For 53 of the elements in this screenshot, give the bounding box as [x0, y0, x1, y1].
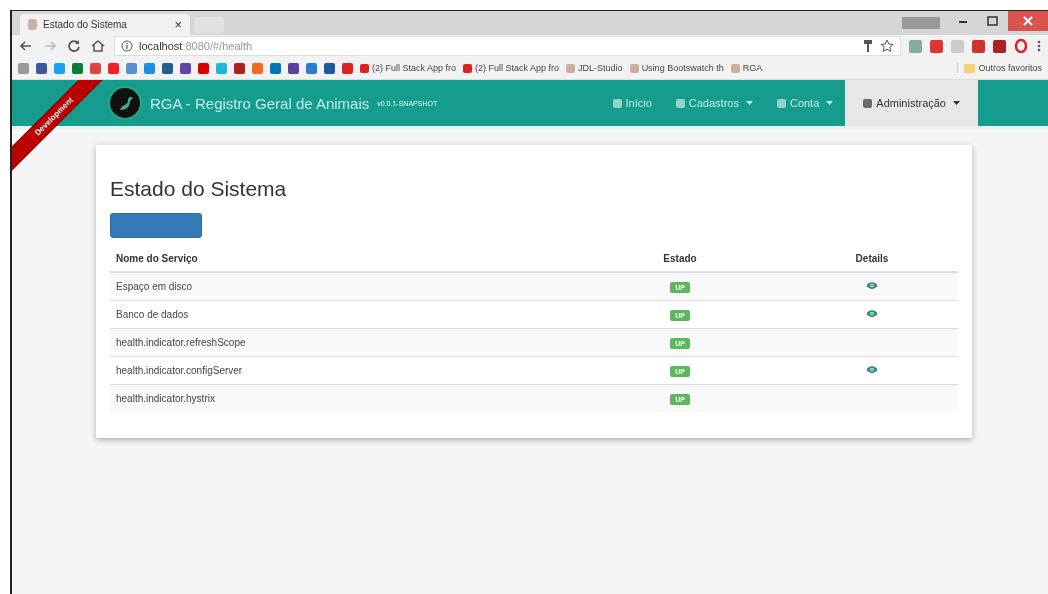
eye-icon[interactable]: [866, 365, 878, 374]
bookmark-icon[interactable]: [342, 62, 353, 74]
square-icon: [863, 98, 873, 108]
pin-icon[interactable]: [862, 39, 874, 53]
browser-tab[interactable]: Estado do Sistema ×: [20, 14, 190, 35]
bookmark-link[interactable]: JDL-Studio: [566, 63, 623, 73]
bookmark-link[interactable]: RGA: [730, 63, 763, 73]
bookmark-icon[interactable]: [306, 62, 317, 74]
bookmark-icon[interactable]: [198, 62, 209, 74]
page-title: Estado do Sistema: [110, 177, 288, 201]
bookmark-link[interactable]: Using Bootswatch th: [629, 63, 724, 73]
tab-title: Estado do Sistema: [43, 19, 128, 30]
service-name: Espaço em disco: [116, 281, 193, 292]
bookmark-icon[interactable]: [108, 62, 119, 74]
bookmark-link[interactable]: (2) Full Stack App fro: [360, 63, 457, 73]
close-icon[interactable]: [1008, 11, 1048, 31]
extension-icon[interactable]: [972, 39, 985, 53]
menu-icon[interactable]: [1036, 39, 1042, 53]
extension-icon[interactable]: [993, 39, 1006, 53]
bookmark-icon[interactable]: [324, 62, 335, 74]
bookmark-icon[interactable]: [288, 62, 299, 74]
bookmark-icon[interactable]: [36, 62, 47, 74]
close-icon[interactable]: ×: [174, 17, 182, 32]
home-icon[interactable]: [90, 38, 106, 54]
bookmark-icon[interactable]: [144, 62, 155, 74]
logo-icon[interactable]: [108, 86, 142, 120]
address-field[interactable]: localhost:8080/#/health: [114, 36, 901, 56]
service-name: health.indicator.configServer: [116, 365, 243, 376]
service-name: health.indicator.refreshScope: [116, 337, 246, 348]
bookmark-icon[interactable]: [90, 62, 101, 74]
eye-icon[interactable]: [866, 309, 878, 318]
bookmark-icon[interactable]: [180, 62, 191, 74]
reload-icon[interactable]: [66, 38, 82, 54]
bookmark-icon[interactable]: [162, 62, 173, 74]
column-header: Details: [855, 253, 889, 264]
info-icon[interactable]: [121, 40, 133, 52]
column-header: Nome do Serviço: [116, 253, 198, 264]
bookmark-link[interactable]: (2) Full Stack App fro: [463, 63, 560, 73]
service-name: Banco de dados: [116, 309, 189, 320]
column-header: Estado: [663, 253, 697, 264]
nav-menu-item[interactable]: Administração: [845, 80, 978, 126]
service-name: health.indicator.hystrix: [116, 393, 215, 404]
bookmark-icon[interactable]: [126, 62, 137, 74]
bookmark-icon[interactable]: [234, 62, 245, 74]
other-bookmarks-link[interactable]: Outros favoritos: [957, 63, 1042, 73]
square-icon: [675, 98, 685, 108]
bookmark-icon[interactable]: [270, 62, 281, 74]
eye-icon[interactable]: [866, 281, 878, 290]
square-icon: [612, 98, 622, 108]
square-icon: [776, 98, 786, 108]
star-icon[interactable]: [880, 39, 894, 53]
tab-favicon-icon: [28, 19, 37, 30]
bookmark-icon[interactable]: [72, 62, 83, 74]
